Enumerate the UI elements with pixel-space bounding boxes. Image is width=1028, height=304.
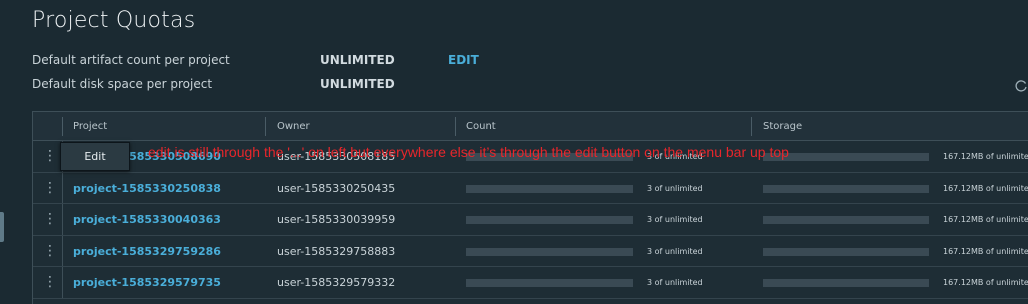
left-nav-collapse-handle[interactable] <box>0 212 4 242</box>
owner-name: user-1585330250435 <box>277 181 396 195</box>
setting-label: Default disk space per project <box>32 77 213 91</box>
table-row: ⋮ project-1585329579735 user-15853295793… <box>33 267 1028 299</box>
owner-name: user-1585329579332 <box>277 276 396 289</box>
storage-bar <box>763 247 929 256</box>
count-text: 3 of unlimited <box>647 215 703 224</box>
owner-name: user-1585330039959 <box>277 213 396 226</box>
row-menu-icon[interactable]: ⋮ <box>43 275 57 289</box>
header-sep <box>751 117 752 136</box>
row-edit-popup-button[interactable]: Edit <box>60 142 130 171</box>
grid-header: Project Owner Count Storage <box>33 112 1028 141</box>
row-sep <box>62 204 63 235</box>
header-sep <box>62 117 63 136</box>
setting-value: UNLIMITED <box>320 77 395 91</box>
storage-bar <box>763 279 929 287</box>
project-link[interactable]: project-1585330250838 <box>73 182 221 195</box>
table-row: ⋮ project-1585330040363 user-15853300399… <box>33 204 1028 236</box>
page-title: Project Quotas <box>32 8 196 33</box>
header-sep <box>455 117 456 136</box>
row-sep <box>62 267 63 298</box>
annotation-text: edit is still through the '...' on left … <box>148 144 789 160</box>
project-link[interactable]: project-1585329579735 <box>73 276 221 289</box>
storage-text: 167.12MB of unlimited <box>943 278 1028 287</box>
count-bar <box>466 279 633 287</box>
project-link[interactable]: project-1585330040363 <box>73 213 221 226</box>
row-sep <box>62 235 63 266</box>
storage-text: 167.12MB of unlimited <box>943 246 1028 256</box>
count-text: 3 of unlimited <box>647 278 703 287</box>
column-header-owner[interactable]: Owner <box>277 121 310 132</box>
owner-name: user-1585329758883 <box>277 244 396 258</box>
row-menu-icon[interactable]: ⋮ <box>43 149 57 163</box>
row-menu-icon[interactable]: ⋮ <box>43 181 57 195</box>
table-row: ⋮ project-1585330250838 user-15853302504… <box>33 172 1028 204</box>
column-header-count[interactable]: Count <box>466 121 496 132</box>
count-text: 3 of unlimited <box>647 183 703 193</box>
count-text: 3 of unlimited <box>647 246 703 256</box>
storage-text: 167.12MB of unlimited <box>943 215 1028 224</box>
setting-label: Default artifact count per project <box>32 53 230 67</box>
header-sep <box>265 117 266 136</box>
row-menu-icon[interactable]: ⋮ <box>43 244 57 258</box>
count-bar <box>466 216 633 224</box>
row-menu-icon[interactable]: ⋮ <box>43 212 57 226</box>
table-row: ⋮ project-1585329759286 user-15853297588… <box>33 235 1028 267</box>
storage-text: 167.12MB of unlimited <box>943 183 1028 193</box>
storage-bar <box>763 216 929 224</box>
edit-default-quota-button[interactable]: EDIT <box>448 53 479 67</box>
row-sep <box>62 172 63 203</box>
count-bar <box>466 184 633 193</box>
storage-text: 167.12MB of unlimited <box>943 152 1028 161</box>
project-link[interactable]: project-1585329759286 <box>73 245 221 258</box>
storage-bar <box>763 184 929 193</box>
column-header-storage[interactable]: Storage <box>763 121 802 132</box>
setting-value: UNLIMITED <box>320 53 395 67</box>
project-quotas-grid: Project Owner Count Storage ⋮ project-15… <box>32 111 1028 304</box>
count-bar <box>466 247 633 256</box>
refresh-icon[interactable] <box>1015 79 1028 92</box>
column-header-project[interactable]: Project <box>73 121 107 132</box>
